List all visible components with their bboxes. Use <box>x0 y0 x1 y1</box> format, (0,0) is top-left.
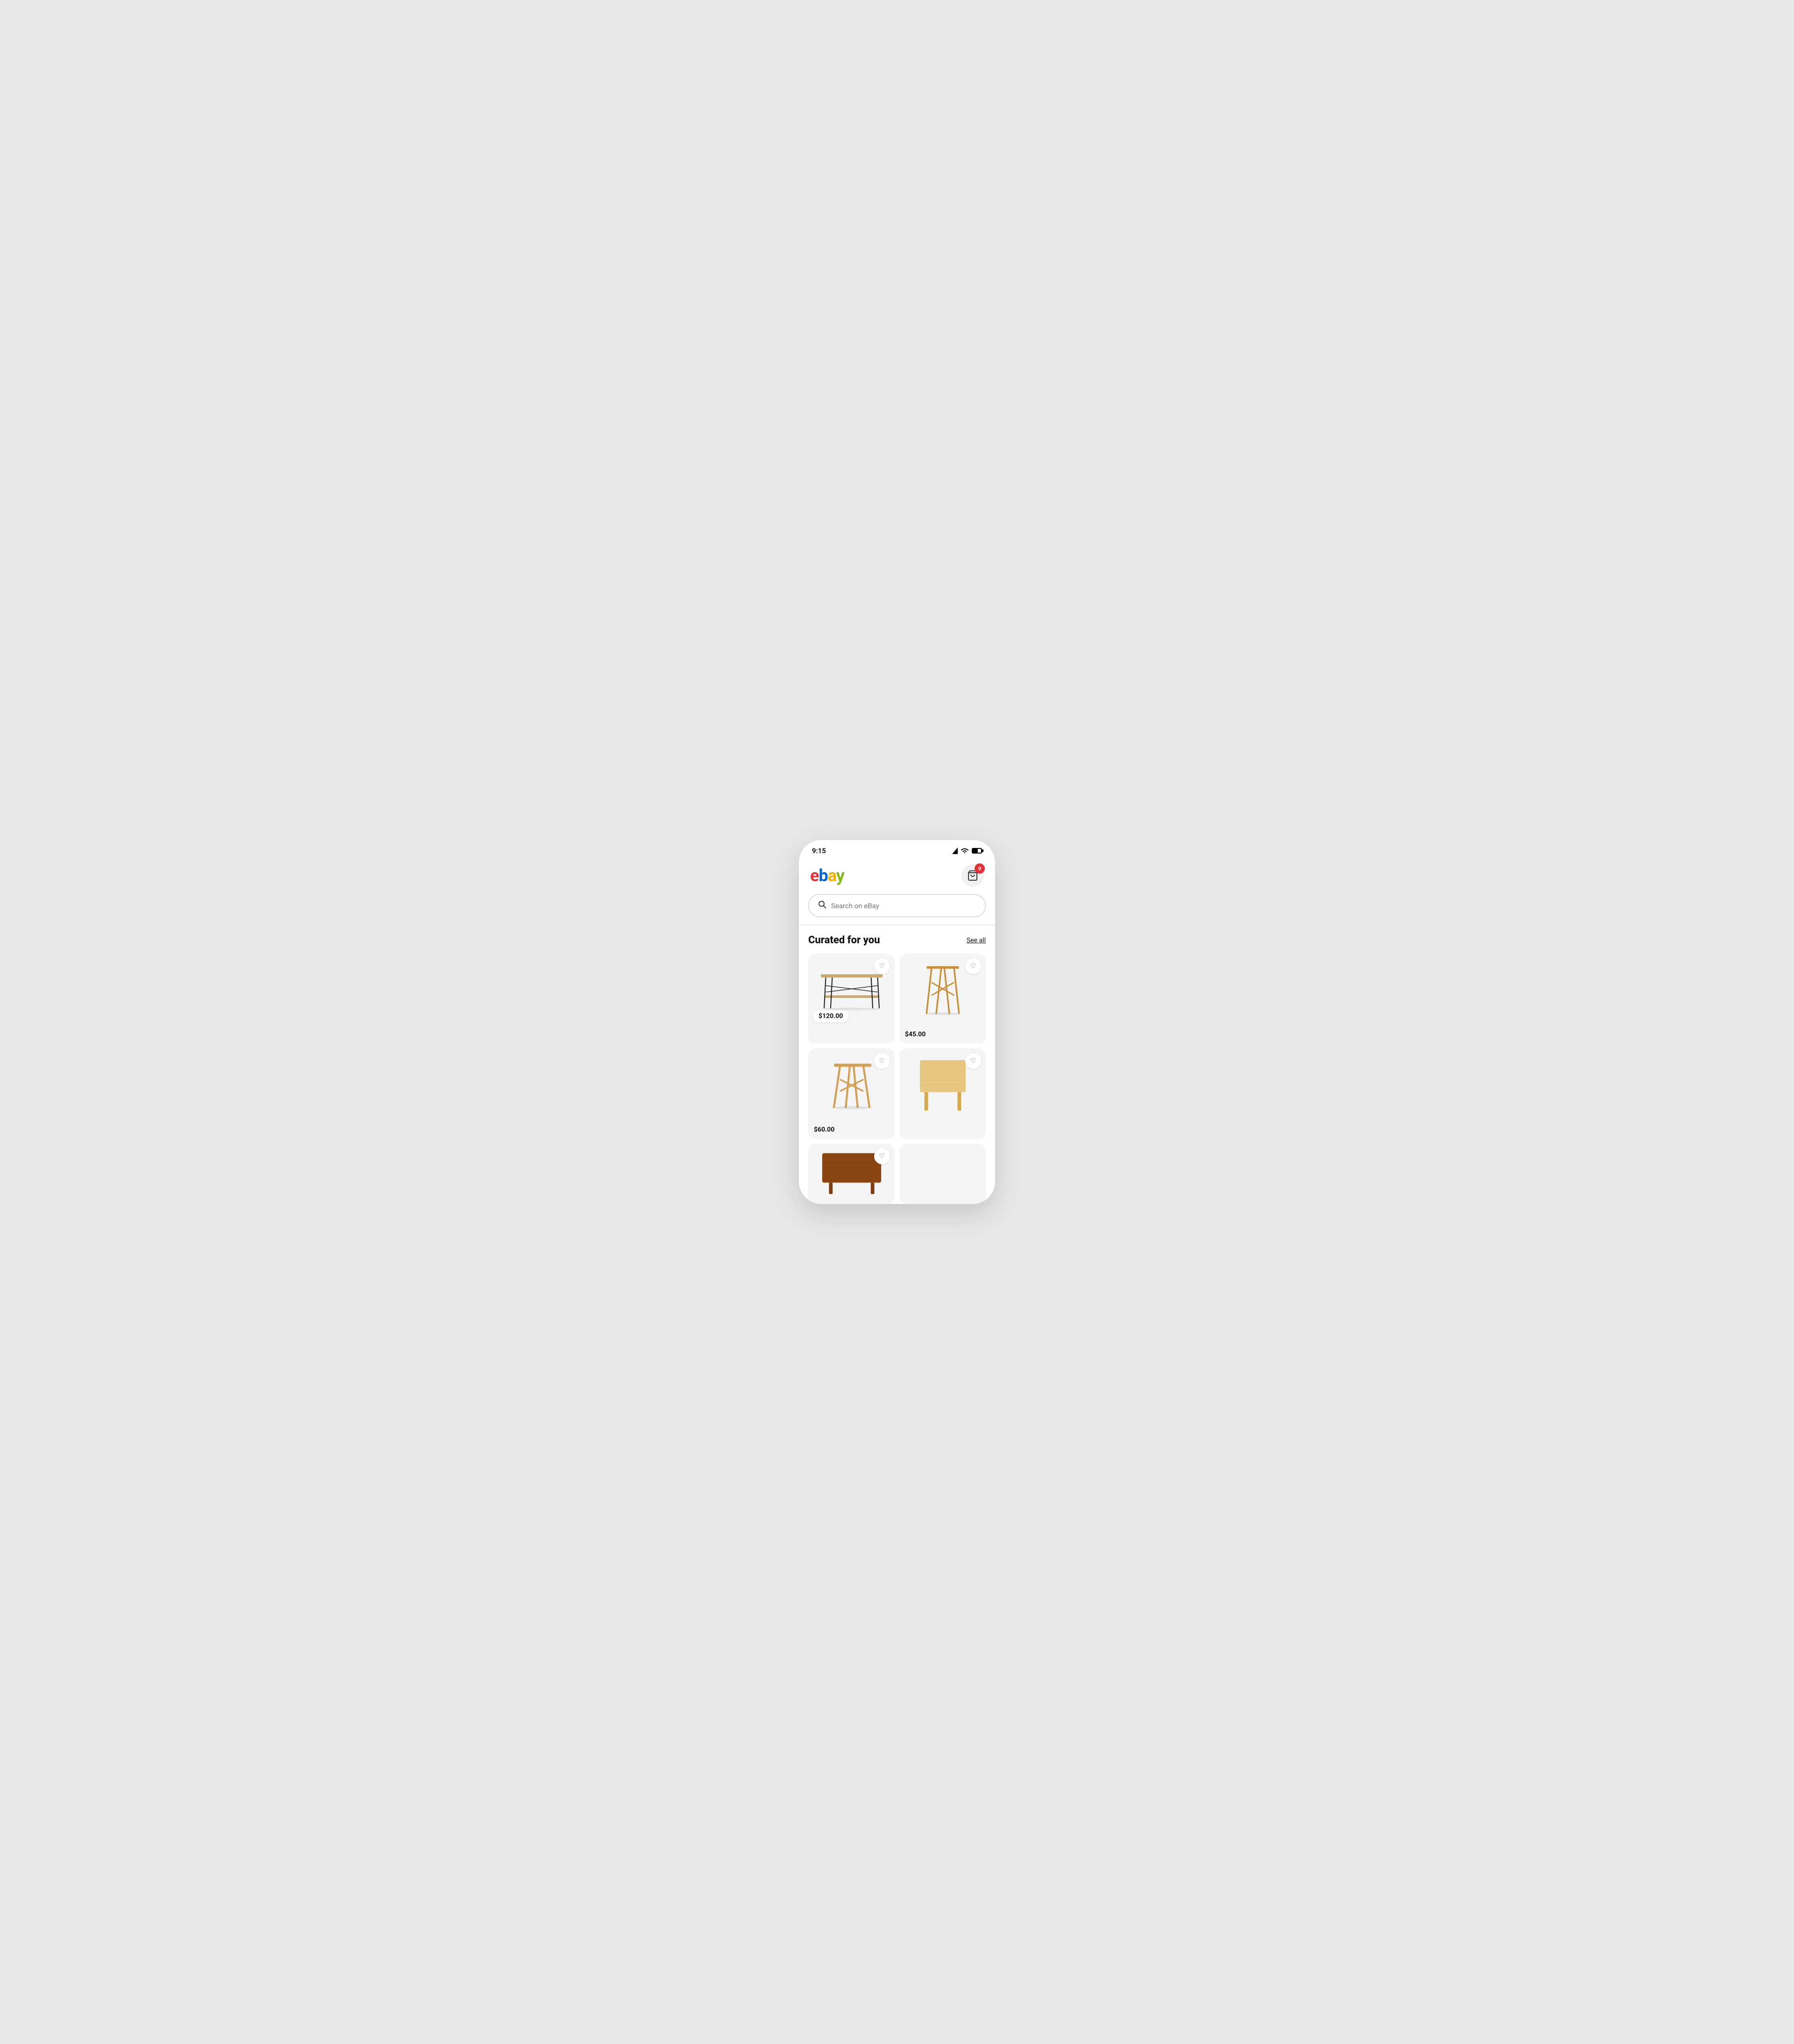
wishlist-btn-4[interactable]: ♡ <box>965 1053 981 1069</box>
curated-section: Curated for you See all <box>799 925 995 1204</box>
product-image-3: ♡ <box>808 1048 895 1122</box>
logo-y: y <box>836 866 844 885</box>
search-bar-container: Search on eBay <box>799 894 995 925</box>
product-card-2[interactable]: ♡ $45.00 <box>899 954 986 1044</box>
battery-icon <box>972 848 982 854</box>
cart-button[interactable]: 9 <box>961 864 984 887</box>
product-card-3[interactable]: ♡ $60.00 <box>808 1048 895 1139</box>
search-bar[interactable]: Search on eBay <box>808 894 986 917</box>
product-card-4[interactable]: ♡ <box>899 1048 986 1139</box>
status-icons <box>952 848 982 854</box>
wifi-icon <box>961 848 969 854</box>
search-placeholder: Search on eBay <box>831 902 879 910</box>
logo-b: b <box>819 866 827 885</box>
price-overlay-1: $120.00 <box>813 1010 848 1022</box>
console-table-img <box>819 963 884 1018</box>
price-below-2: $45.00 <box>899 1027 986 1044</box>
phone-frame: 9:15 ebay <box>799 840 995 1204</box>
wishlist-btn-3[interactable]: ♡ <box>874 1053 890 1069</box>
logo-a: a <box>828 866 836 885</box>
curated-title: Curated for you <box>808 934 880 946</box>
wishlist-btn-2[interactable]: ♡ <box>965 958 981 974</box>
search-icon <box>818 900 826 911</box>
product-image-2: ♡ <box>899 954 986 1027</box>
bottom-partial-grid: ♡ <box>808 1144 986 1204</box>
product-card-placeholder <box>899 1144 986 1204</box>
cart-badge: 9 <box>975 863 985 874</box>
signal-icon <box>952 848 958 854</box>
logo-e: e <box>810 866 819 885</box>
status-bar: 9:15 <box>799 840 995 859</box>
side-table-light-img <box>910 1058 975 1113</box>
price-below-3: $60.00 <box>808 1122 895 1139</box>
product-card-1[interactable]: ♡ $120.00 <box>808 954 895 1044</box>
product-image-5: ♡ <box>808 1144 895 1204</box>
product-image-1: ♡ $120.00 <box>808 954 895 1027</box>
ebay-logo: ebay <box>810 866 844 885</box>
products-grid: ♡ $120.00 <box>808 954 986 1139</box>
product-card-5[interactable]: ♡ <box>808 1144 895 1204</box>
folding-stool-medium-img <box>819 1058 884 1113</box>
wishlist-btn-1[interactable]: ♡ <box>874 958 890 974</box>
product-image-4: ♡ <box>899 1048 986 1122</box>
wishlist-btn-5[interactable]: ♡ <box>874 1148 890 1164</box>
curated-header: Curated for you See all <box>808 934 986 946</box>
app-header: ebay 9 <box>799 859 995 894</box>
folding-stool-tall-img <box>910 963 975 1018</box>
status-time: 9:15 <box>812 847 826 855</box>
see-all-link[interactable]: See all <box>967 937 986 944</box>
